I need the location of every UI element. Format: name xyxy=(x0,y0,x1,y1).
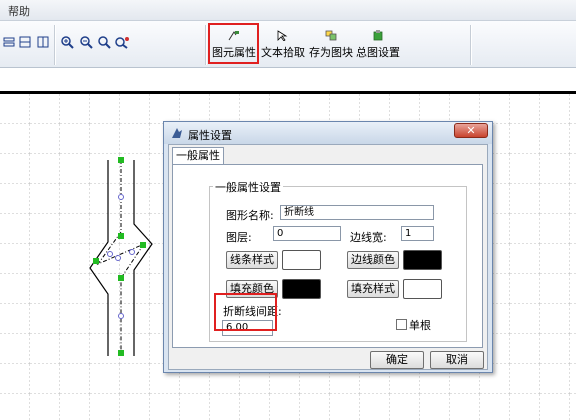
line-style-swatch[interactable] xyxy=(282,250,321,270)
group-title: 一般属性设置 xyxy=(213,179,283,195)
layout-icon[interactable] xyxy=(2,35,16,49)
menu-bar: 帮助 xyxy=(0,0,576,21)
site-settings-label: 总图设置 xyxy=(356,46,400,59)
fill-color-swatch[interactable] xyxy=(282,279,321,299)
toolbar: 图元属性 文本拾取 存为图块 总图设置 xyxy=(0,21,576,68)
toolbar-separator xyxy=(54,25,56,65)
tab-general-properties[interactable]: 一般属性 xyxy=(172,147,224,165)
cancel-button[interactable]: 取消 xyxy=(430,351,484,369)
fill-style-swatch[interactable] xyxy=(403,279,442,299)
save-block-label: 存为图块 xyxy=(309,46,353,59)
name-field[interactable]: 折断线 xyxy=(280,205,434,220)
save-block-icon xyxy=(324,29,338,41)
app-icon xyxy=(170,126,184,140)
zoom-all-icon[interactable] xyxy=(115,35,129,49)
highlight-box xyxy=(214,293,277,331)
site-settings-icon xyxy=(371,29,385,41)
name-label: 图形名称: xyxy=(226,209,274,222)
single-root-label: 单根 xyxy=(409,319,431,332)
close-button[interactable]: ✕ xyxy=(454,123,488,138)
zoom-icon[interactable] xyxy=(97,35,111,49)
border-color-swatch[interactable] xyxy=(403,250,442,270)
toolbar-separator xyxy=(205,25,207,65)
line-style-button[interactable]: 线条样式 xyxy=(226,251,278,269)
panel-icon[interactable] xyxy=(36,35,50,49)
columns-icon[interactable] xyxy=(18,35,32,49)
highlight-box xyxy=(208,23,259,64)
border-width-label: 边线宽: xyxy=(350,231,387,244)
layer-field[interactable]: 0 xyxy=(273,226,341,241)
toolbar-separator xyxy=(470,25,472,65)
dialog-titlebar[interactable]: 属性设置 ✕ xyxy=(164,122,492,144)
border-width-field[interactable]: 1 xyxy=(401,226,434,241)
text-pick-icon xyxy=(276,29,290,41)
dialog-client-area: 一般属性 一般属性设置 图形名称: 折断线 图层: 0 边线宽: 1 线条样式 … xyxy=(168,144,488,370)
border-color-button[interactable]: 边线颜色 xyxy=(347,251,399,269)
layer-label: 图层: xyxy=(226,231,252,244)
menu-help[interactable]: 帮助 xyxy=(8,3,30,19)
properties-dialog: 属性设置 ✕ 一般属性 一般属性设置 图形名称: 折断线 图层: 0 边线宽: … xyxy=(163,121,493,373)
zoom-in-icon[interactable] xyxy=(60,35,74,49)
ok-button[interactable]: 确定 xyxy=(370,351,424,369)
text-pick-label: 文本拾取 xyxy=(261,46,305,59)
text-pick-button[interactable]: 文本拾取 xyxy=(261,27,305,61)
single-root-checkbox[interactable] xyxy=(396,319,407,330)
save-block-button[interactable]: 存为图块 xyxy=(309,27,353,61)
site-settings-button[interactable]: 总图设置 xyxy=(356,27,400,61)
fill-style-button[interactable]: 填充样式 xyxy=(347,280,399,298)
dialog-title: 属性设置 xyxy=(188,129,232,142)
zoom-out-icon[interactable] xyxy=(79,35,93,49)
